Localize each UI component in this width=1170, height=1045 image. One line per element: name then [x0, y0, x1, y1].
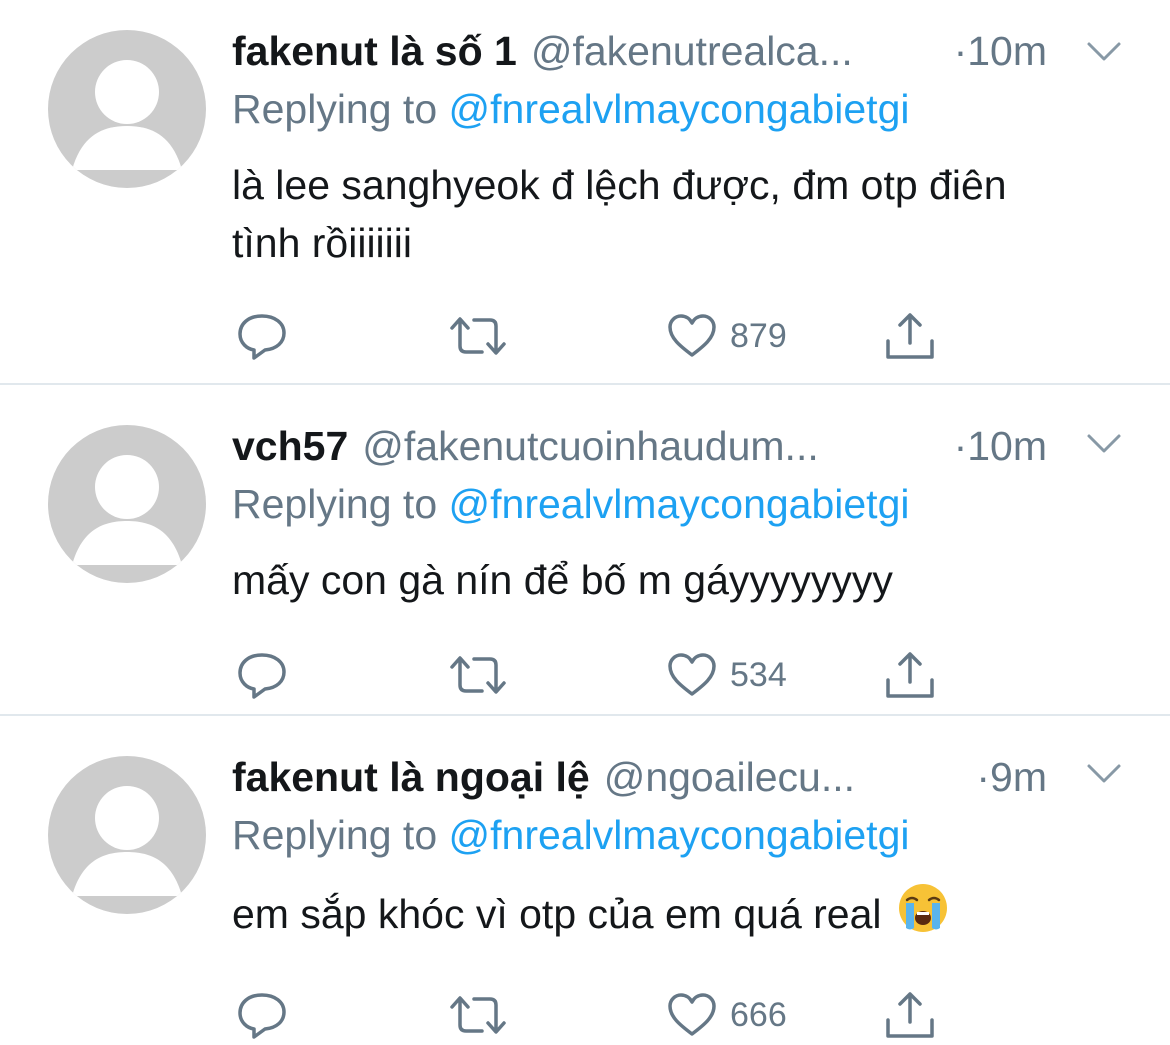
reply-icon	[238, 314, 286, 360]
separator-dot: ·	[953, 27, 968, 74]
separator-dot: ·	[976, 753, 991, 800]
tweet-menu-button[interactable]	[1086, 40, 1122, 64]
default-avatar-icon	[72, 60, 182, 170]
replying-to-label: Replying to	[232, 812, 449, 858]
retweet-icon	[450, 996, 506, 1034]
replying-to-label: Replying to	[232, 86, 449, 132]
reply-icon	[238, 993, 286, 1039]
retweet-icon	[450, 317, 506, 355]
tweet-text: là lee sanghyeok đ lệch được, đm otp điê…	[232, 162, 1007, 266]
loudly-crying-face-icon	[898, 884, 947, 932]
separator-dot: ·	[953, 422, 968, 469]
share-button[interactable]	[884, 306, 936, 366]
action-bar: 879	[232, 306, 1170, 366]
reply-icon	[238, 653, 286, 699]
chevron-down-icon	[1087, 42, 1121, 61]
heart-icon	[668, 653, 716, 696]
replying-to: Replying to @fnrealvlmaycongabietgi	[232, 80, 1170, 138]
share-icon	[886, 313, 934, 359]
tweet-text: mấy con gà nín để bố m gáyyyyyyyy	[232, 557, 893, 603]
like-count: 879	[730, 316, 787, 355]
retweet-icon	[450, 656, 506, 694]
share-icon	[886, 652, 934, 698]
replies-feed: fakenut là số 1 @fakenutrealca... · 10m …	[0, 0, 1170, 1039]
loudly-crying-face-emoji	[897, 882, 949, 949]
display-name[interactable]: fakenut là số 1	[232, 28, 517, 75]
tweet-header: fakenut là số 1 @fakenutrealca... · 10m	[232, 22, 1047, 80]
replying-to: Replying to @fnrealvlmaycongabietgi	[232, 806, 1170, 864]
display-name[interactable]: vch57	[232, 423, 348, 470]
chevron-down-icon	[1087, 434, 1121, 453]
replying-to-mention[interactable]: @fnrealvlmaycongabietgi	[449, 86, 910, 132]
tweet[interactable]: fakenut là số 1 @fakenutrealca... · 10m …	[0, 0, 1170, 383]
tweet-content: fakenut là ngoại lệ @ngoailecu... · 9m R…	[232, 748, 1170, 1045]
heart-icon	[668, 993, 716, 1036]
display-name[interactable]: fakenut là ngoại lệ	[232, 754, 590, 801]
replying-to-mention[interactable]: @fnrealvlmaycongabietgi	[449, 481, 910, 527]
reply-button[interactable]	[236, 985, 288, 1045]
timestamp[interactable]: 9m	[990, 754, 1047, 801]
like-button[interactable]: 666	[666, 985, 787, 1045]
tweet[interactable]: vch57 @fakenutcuoinhaudum... · 10m Reply…	[0, 383, 1170, 714]
timestamp[interactable]: 10m	[967, 423, 1047, 470]
user-handle[interactable]: @fakenutcuoinhaudum...	[362, 423, 941, 470]
avatar[interactable]	[48, 756, 206, 914]
tweet-header: fakenut là ngoại lệ @ngoailecu... · 9m	[232, 748, 1047, 806]
retweet-button[interactable]	[448, 306, 508, 366]
like-button[interactable]: 534	[666, 645, 787, 705]
action-bar: 534	[232, 645, 1170, 705]
default-avatar-icon	[72, 786, 182, 896]
like-count: 666	[730, 995, 787, 1034]
tweet-menu-button[interactable]	[1086, 432, 1122, 456]
like-count: 534	[730, 655, 787, 694]
user-handle[interactable]: @fakenutrealca...	[531, 28, 942, 75]
timestamp[interactable]: 10m	[967, 28, 1047, 75]
tweet-content: fakenut là số 1 @fakenutrealca... · 10m …	[232, 22, 1170, 366]
tweet-header: vch57 @fakenutcuoinhaudum... · 10m	[232, 417, 1047, 475]
heart-icon	[668, 314, 716, 357]
replying-to-mention[interactable]: @fnrealvlmaycongabietgi	[449, 812, 910, 858]
action-bar: 666	[232, 985, 1170, 1045]
reply-button[interactable]	[236, 645, 288, 705]
share-button[interactable]	[884, 985, 936, 1045]
replying-to-label: Replying to	[232, 481, 449, 527]
like-button[interactable]: 879	[666, 306, 787, 366]
tweet-menu-button[interactable]	[1086, 762, 1122, 786]
tweet-content: vch57 @fakenutcuoinhaudum... · 10m Reply…	[232, 417, 1170, 705]
avatar[interactable]	[48, 425, 206, 583]
default-avatar-icon	[72, 455, 182, 565]
tweet-text: em sắp khóc vì otp của em quá real	[232, 891, 882, 937]
avatar[interactable]	[48, 30, 206, 188]
share-button[interactable]	[884, 645, 936, 705]
chevron-down-icon	[1087, 764, 1121, 783]
retweet-button[interactable]	[448, 985, 508, 1045]
retweet-button[interactable]	[448, 645, 508, 705]
reply-button[interactable]	[236, 306, 288, 366]
tweet[interactable]: fakenut là ngoại lệ @ngoailecu... · 9m R…	[0, 714, 1170, 1039]
tweet-text-container: em sắp khóc vì otp của em quá real	[232, 882, 1052, 949]
share-icon	[886, 992, 934, 1038]
user-handle[interactable]: @ngoailecu...	[604, 754, 965, 801]
replying-to: Replying to @fnrealvlmaycongabietgi	[232, 475, 1170, 533]
